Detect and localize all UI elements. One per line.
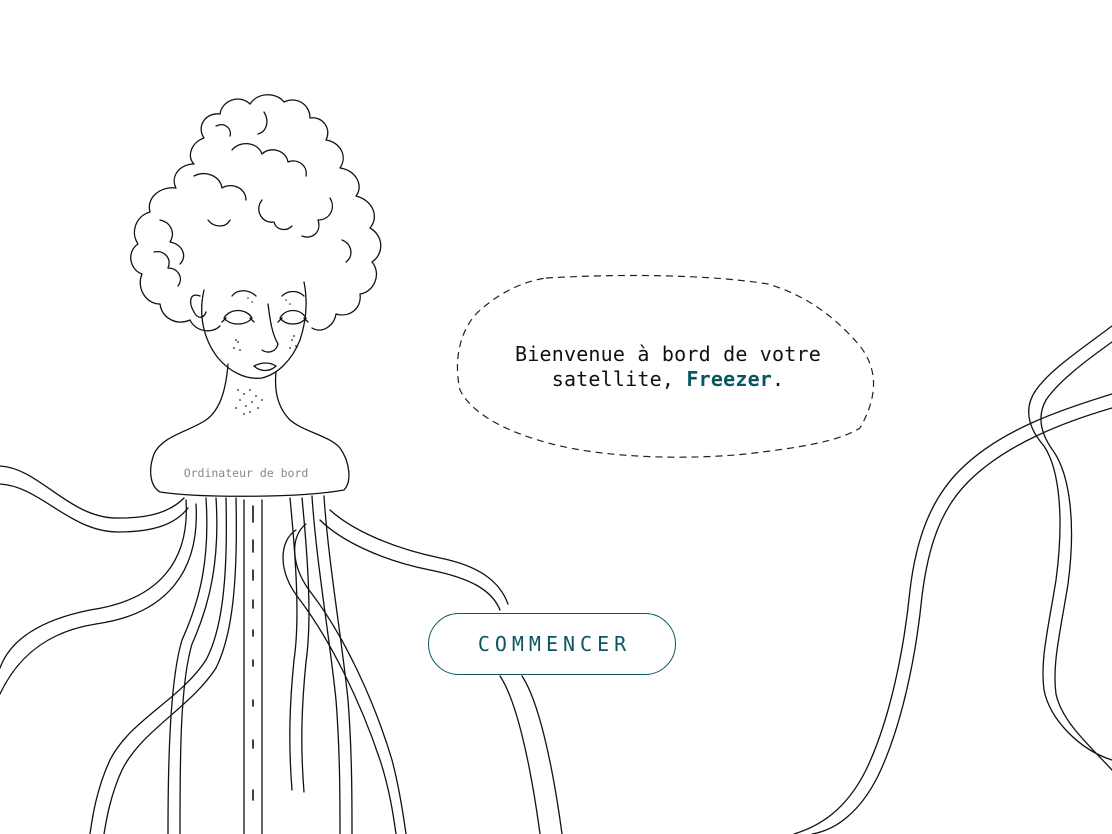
speech-bubble: Bienvenue à bord de votre satellite, Fre… bbox=[456, 272, 880, 460]
onboard-computer-label: Ordinateur de bord bbox=[183, 466, 309, 480]
start-button[interactable]: COMMENCER bbox=[428, 613, 676, 675]
freckles bbox=[233, 297, 297, 415]
welcome-text-end: . bbox=[772, 367, 785, 391]
welcome-message: Bienvenue à bord de votre satellite, Fre… bbox=[486, 342, 850, 392]
onboarding-screen: Ordinateur de bord Bienvenue à bord de v… bbox=[0, 0, 1112, 834]
face bbox=[189, 281, 309, 379]
brand-name: Freezer bbox=[686, 367, 773, 391]
